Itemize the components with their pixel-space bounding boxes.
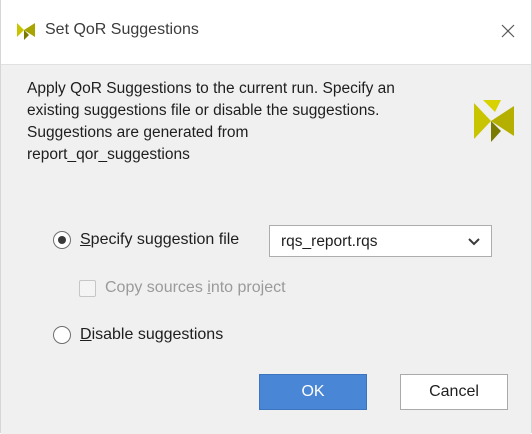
ok-button[interactable]: OK <box>259 374 367 410</box>
suggestion-file-value: rqs_report.rqs <box>281 233 378 250</box>
copy-sources-label: Copy sources into project <box>105 279 286 297</box>
disable-suggestions-label: Disable suggestions <box>80 326 223 344</box>
dialog-body: Apply QoR Suggestions to the current run… <box>1 64 531 434</box>
mnemonic-char: D <box>80 326 92 343</box>
window-title: Set QoR Suggestions <box>45 21 199 38</box>
title-bar: Set QoR Suggestions <box>1 0 531 64</box>
description-text: Apply QoR Suggestions to the current run… <box>27 78 457 166</box>
description-line: Apply QoR Suggestions to the current run… <box>27 80 395 97</box>
copy-sources-checkbox[interactable] <box>79 279 96 297</box>
description-line: Suggestions are generated from <box>27 124 249 141</box>
label-rest: isable suggestions <box>91 326 224 343</box>
label-part: nto project <box>210 279 286 296</box>
vivado-logo-icon <box>17 23 35 40</box>
disable-suggestions-radio[interactable]: Disable suggestions <box>53 326 223 344</box>
radio-button-checked[interactable] <box>53 231 71 249</box>
vivado-logo-icon <box>474 100 514 142</box>
copy-sources-checkbox-row[interactable]: Copy sources into project <box>79 279 286 297</box>
specify-suggestion-file-label: Specify suggestion file <box>80 231 239 249</box>
chevron-down-icon <box>468 238 480 246</box>
suggestion-file-dropdown[interactable]: rqs_report.rqs <box>269 225 492 257</box>
specify-suggestion-file-radio[interactable]: Specify suggestion file <box>53 231 239 249</box>
close-button[interactable] <box>495 18 521 44</box>
close-icon <box>501 24 515 38</box>
cancel-button[interactable]: Cancel <box>400 374 508 410</box>
label-rest: pecify suggestion file <box>90 231 240 248</box>
mnemonic-char: S <box>80 231 91 248</box>
label-part: Copy sources <box>105 279 208 296</box>
set-qor-suggestions-dialog: Set QoR Suggestions Apply QoR Suggestion… <box>0 0 532 434</box>
radio-button-unchecked[interactable] <box>53 326 71 344</box>
description-line: report_qor_suggestions <box>27 146 190 163</box>
description-line: existing suggestions file or disable the… <box>27 102 380 119</box>
